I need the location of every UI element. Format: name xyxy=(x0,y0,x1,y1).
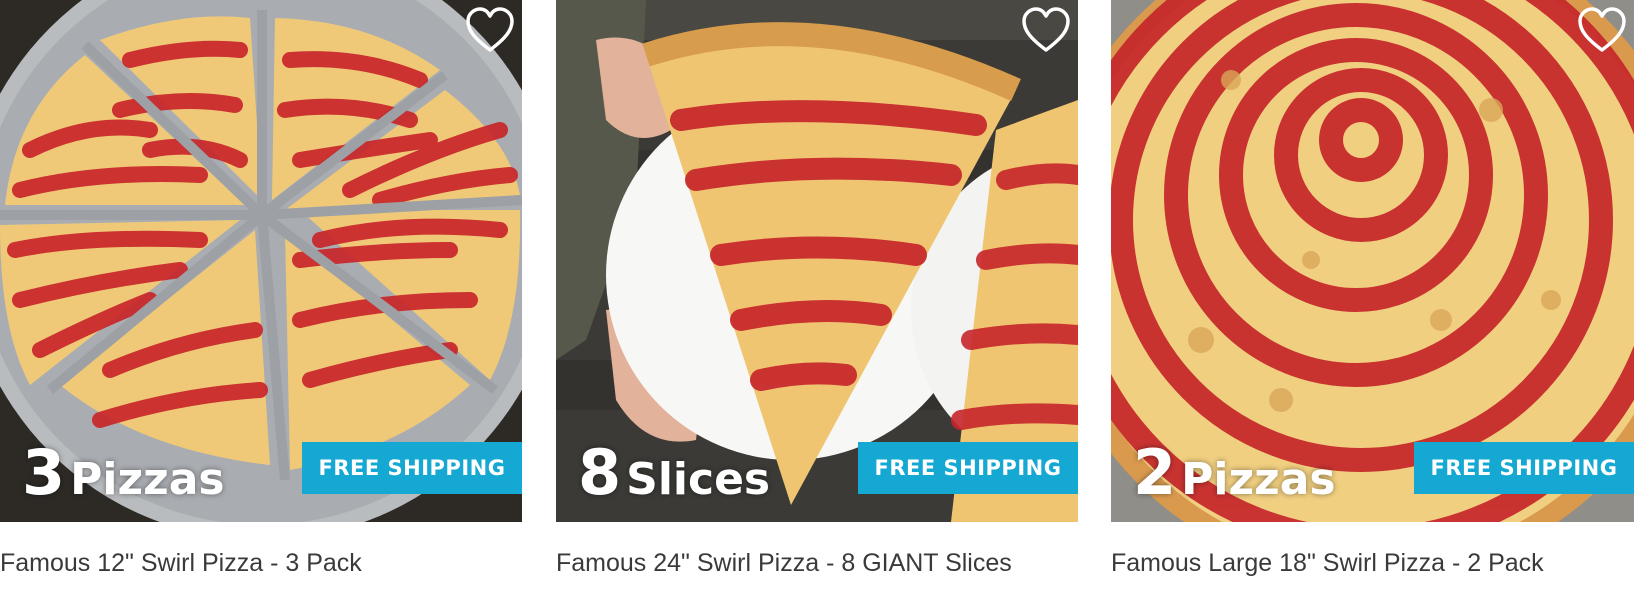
product-title-link[interactable]: Famous 24" Swirl Pizza - 8 GIANT Slices xyxy=(556,548,1012,578)
product-image[interactable]: 2 Pizzas FREE SHIPPING xyxy=(1111,0,1634,522)
free-shipping-badge: FREE SHIPPING xyxy=(1414,442,1634,494)
product-image[interactable]: 8 Slices FREE SHIPPING xyxy=(556,0,1078,522)
favorite-heart-icon[interactable] xyxy=(1020,6,1072,54)
product-image[interactable]: 3 Pizzas FREE SHIPPING xyxy=(0,0,522,522)
quantity-unit: Pizzas xyxy=(1181,454,1336,505)
free-shipping-badge: FREE SHIPPING xyxy=(302,442,522,494)
quantity-label: 8 Slices xyxy=(578,442,770,504)
product-card[interactable]: 3 Pizzas FREE SHIPPING Famous 12" Swirl P… xyxy=(0,0,522,596)
quantity-unit: Pizzas xyxy=(70,454,225,505)
quantity-number: 3 xyxy=(22,436,65,509)
product-grid: 3 Pizzas FREE SHIPPING Famous 12" Swirl P… xyxy=(0,0,1634,596)
product-card[interactable]: 2 Pizzas FREE SHIPPING Famous Large 18" S… xyxy=(1111,0,1634,596)
quantity-label: 3 Pizzas xyxy=(22,442,225,504)
quantity-number: 2 xyxy=(1133,436,1176,509)
product-card[interactable]: 8 Slices FREE SHIPPING Famous 24" Swirl P… xyxy=(556,0,1078,596)
product-title-link[interactable]: Famous Large 18" Swirl Pizza - 2 Pack xyxy=(1111,548,1544,578)
free-shipping-badge: FREE SHIPPING xyxy=(858,442,1078,494)
favorite-heart-icon[interactable] xyxy=(1576,6,1628,54)
quantity-number: 8 xyxy=(578,436,621,509)
quantity-label: 2 Pizzas xyxy=(1133,442,1336,504)
favorite-heart-icon[interactable] xyxy=(464,6,516,54)
product-title-link[interactable]: Famous 12" Swirl Pizza - 3 Pack xyxy=(0,548,362,578)
quantity-unit: Slices xyxy=(626,454,771,505)
